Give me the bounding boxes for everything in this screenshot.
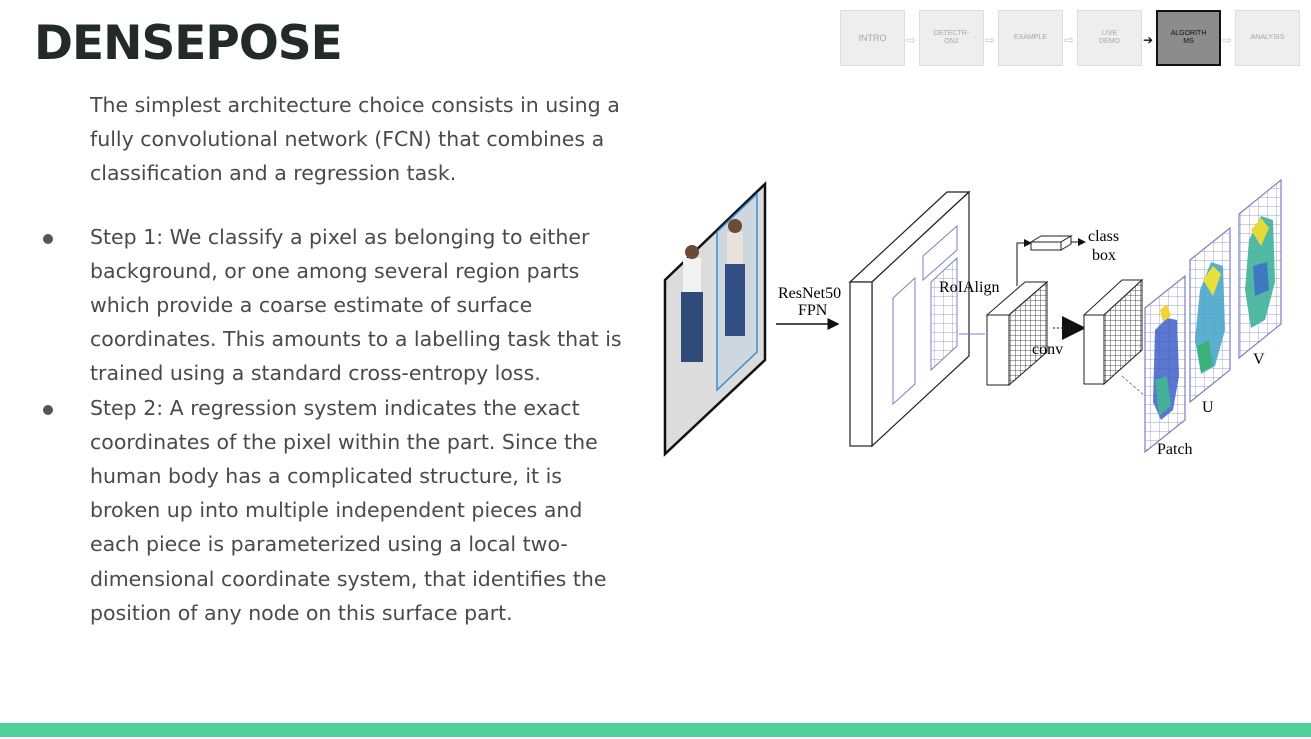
densepose-architecture-diagram: ResNet50 FPN RoIAlign class box conv Pat… — [663, 178, 1282, 458]
nav-analysis[interactable]: ANALYSIS — [1235, 10, 1300, 66]
backbone-label: ResNet50 — [778, 285, 841, 302]
u-output: U — [1189, 226, 1231, 416]
nav-detectron2[interactable]: DETECTR- ON2 — [919, 10, 984, 66]
nav-detectron2-label: DETECTR- ON2 — [933, 30, 970, 45]
conv-label: conv — [1032, 341, 1063, 358]
head-feature-cube — [1082, 278, 1144, 386]
nav-example[interactable]: EXAMPLE — [998, 10, 1063, 66]
v-label: V — [1253, 351, 1265, 368]
intro-paragraph: The simplest architecture choice consist… — [90, 93, 620, 186]
patch-label: Patch — [1157, 441, 1193, 458]
box-label: box — [1092, 247, 1116, 264]
feature-map-block — [848, 190, 971, 448]
nav-arrow-icon: ➔ — [1143, 33, 1154, 47]
nav-arrow-icon: ⇨ — [1222, 33, 1233, 47]
nav-arrow-icon: ⇨ — [906, 33, 917, 47]
class-box-branch: class box — [1016, 228, 1119, 286]
section-nav: INTRO ⇨ DETECTR- ON2 ⇨ EXAMPLE ⇨ LIVE DEMO… — [0, 0, 1311, 80]
nav-analysis-label: ANALYSIS — [1250, 34, 1285, 41]
nav-intro-label: INTRO — [858, 33, 887, 43]
nav-algorithms[interactable]: ALGORITH MS — [1156, 10, 1221, 66]
backbone-arrow: ResNet50 FPN — [776, 285, 841, 330]
nav-algorithms-label: ALGORITH MS — [1170, 30, 1207, 45]
accent-footer-bar — [0, 723, 1311, 737]
nav-example-label: EXAMPLE — [1013, 34, 1048, 41]
v-output: V — [1238, 178, 1282, 368]
class-label: class — [1088, 228, 1119, 245]
body-text: The simplest architecture choice consist… — [43, 88, 635, 630]
roi-feature-cube — [985, 280, 1049, 387]
input-image — [663, 181, 767, 457]
nav-intro[interactable]: INTRO — [840, 10, 905, 66]
bullet-step-1: Step 1: We classify a pixel as belonging… — [43, 220, 635, 391]
u-label: U — [1202, 399, 1214, 416]
nav-live-demo-label: LIVE DEMO — [1099, 30, 1120, 45]
backbone-label-2: FPN — [798, 302, 828, 319]
bullet-step-2: Step 2: A regression system indicates th… — [43, 391, 635, 630]
nav-arrow-icon: ⇨ — [985, 33, 996, 47]
nav-live-demo[interactable]: LIVE DEMO — [1077, 10, 1142, 66]
nav-arrow-icon: ⇨ — [1064, 33, 1075, 47]
roialign-label: RoIAlign — [939, 279, 999, 296]
